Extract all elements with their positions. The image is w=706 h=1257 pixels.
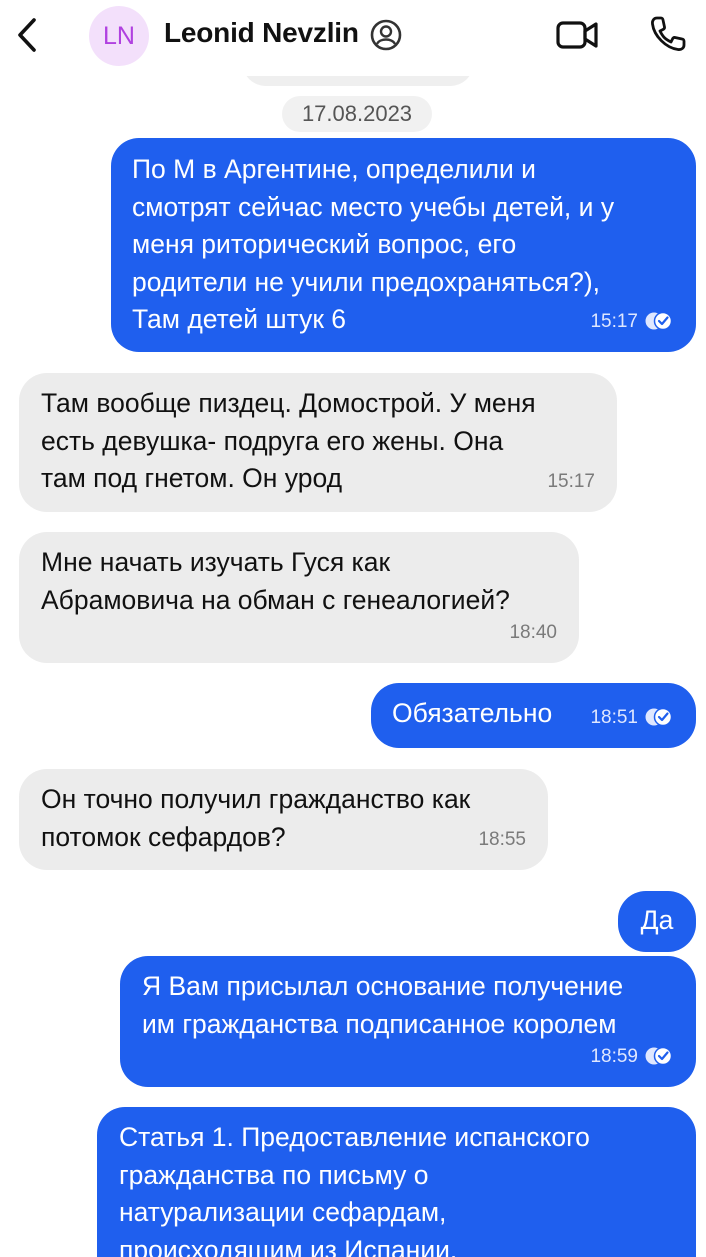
incoming-message[interactable]: Мне начать изучать Гуся как Абрамовича н… [19,532,579,663]
message-time: 15:17 [547,470,595,492]
outgoing-message[interactable]: Статья 1. Предоставление испанского граж… [97,1107,696,1257]
read-receipt-icon [645,312,673,331]
message-time: 15:17 [590,310,638,332]
message-time: 18:55 [478,828,526,850]
message-text: Там вообще пиздец. Домострой. У меня ест… [41,388,536,493]
read-receipt-icon [645,1047,673,1066]
outgoing-message[interactable]: Да [618,891,696,952]
message-meta: 18:59 [590,1038,674,1076]
incoming-message[interactable]: Он точно получил гражданство как потомок… [19,769,548,870]
message-text: Да [640,905,674,935]
avatar[interactable]: LN [89,6,149,66]
message-text: Статья 1. Предоставление испанского граж… [119,1122,590,1257]
message-time: 18:40 [509,621,557,643]
message-text: Он точно получил гражданство как потомок… [41,784,471,852]
read-receipt-icon [645,708,673,727]
avatar-initials: LN [103,21,135,50]
message-meta: 18:55 [478,821,526,859]
message-text: Я Вам присылал основание получение им гр… [142,971,624,1039]
contact-name[interactable]: Leonid Nevzlin [164,17,359,49]
message-meta: 18:51 [590,699,674,737]
message-time: 18:51 [590,706,638,728]
incoming-message[interactable]: Там вообще пиздец. Домострой. У меня ест… [19,373,617,512]
message-meta: 15:17 [590,303,674,341]
back-chevron-icon[interactable] [10,14,44,56]
chat-header: LN Leonid Nevzlin [0,0,706,76]
video-call-icon[interactable] [554,16,600,54]
outgoing-message[interactable]: Я Вам присылал основание получение им гр… [120,956,696,1087]
message-text: Мне начать изучать Гуся как Абрамовича н… [41,547,510,615]
outgoing-message[interactable]: Обязательно 18:51 [371,683,696,748]
message-meta: 15:17 [547,463,595,501]
phone-call-icon[interactable] [648,14,688,54]
date-separator: 17.08.2023 [282,96,432,132]
profile-badge-icon [370,19,402,51]
message-meta: 18:40 [509,614,557,652]
outgoing-message[interactable]: По M в Аргентине, определили и смотрят с… [111,138,696,352]
message-time: 18:59 [590,1045,638,1067]
